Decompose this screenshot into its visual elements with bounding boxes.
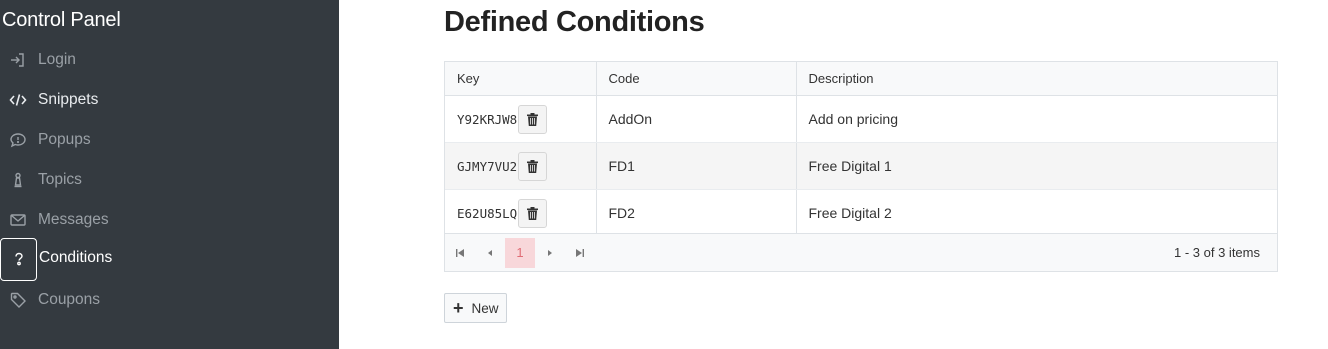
key-cell: Y92KRJW8 <box>445 95 596 143</box>
condition-key: E62U85LQ <box>457 205 518 221</box>
app-title: Control Panel <box>2 9 121 31</box>
trash-icon <box>527 159 539 173</box>
sidebar-item-label: Topics <box>38 171 82 188</box>
code-cell: FD2 <box>595 189 796 237</box>
sidebar: Control Panel Login Snippets Popups Topi… <box>0 0 339 349</box>
column-header-key[interactable]: Key <box>445 62 596 96</box>
code-cell: FD1 <box>595 142 796 190</box>
delete-button[interactable] <box>518 104 548 134</box>
column-header-code[interactable]: Code <box>595 62 796 96</box>
sidebar-item-coupons[interactable]: Coupons <box>0 280 339 320</box>
page-title: Defined Conditions <box>444 6 705 38</box>
sidebar-item-conditions[interactable]: Conditions <box>0 237 339 281</box>
trash-icon <box>527 206 539 220</box>
sidebar-item-label: Conditions <box>39 249 113 266</box>
previous-page-icon <box>488 249 492 256</box>
trash-icon <box>527 112 539 126</box>
sidebar-item-messages[interactable]: Messages <box>0 200 339 240</box>
plus-icon: + <box>453 298 464 318</box>
sidebar-item-label: Login <box>38 51 76 68</box>
condition-key: Y92KRJW8 <box>457 111 518 127</box>
description-cell: Free Digital 1 <box>795 142 1277 190</box>
conditions-table: Key Code Description Y92KRJW8 AddOn Add … <box>445 62 1277 237</box>
pager: 1 1 - 3 of 3 items <box>445 233 1277 271</box>
delete-button[interactable] <box>518 151 548 181</box>
table-row[interactable]: GJMY7VU2 FD1 Free Digital 1 <box>445 142 1277 190</box>
next-page-icon <box>548 249 552 256</box>
description-cell: Free Digital 2 <box>795 189 1277 237</box>
next-page-button[interactable] <box>535 238 565 268</box>
first-page-button[interactable] <box>445 238 475 268</box>
chat-bubble-icon <box>0 120 36 160</box>
column-header-description[interactable]: Description <box>795 62 1277 96</box>
sidebar-item-label: Snippets <box>38 91 99 108</box>
last-page-button[interactable] <box>565 238 595 268</box>
sidebar-item-topics[interactable]: Topics <box>0 160 339 200</box>
description-cell: Add on pricing <box>795 95 1277 143</box>
question-icon <box>0 237 37 281</box>
chess-pawn-icon <box>0 160 36 200</box>
table-row[interactable]: Y92KRJW8 AddOn Add on pricing <box>445 95 1277 143</box>
sidebar-item-label: Coupons <box>38 291 101 308</box>
sidebar-item-login[interactable]: Login <box>0 40 339 80</box>
sidebar-item-popups[interactable]: Popups <box>0 120 339 160</box>
first-page-icon <box>456 248 464 257</box>
sidebar-item-label: Messages <box>38 211 109 228</box>
tag-icon <box>0 280 36 320</box>
login-icon <box>0 40 36 80</box>
condition-key: GJMY7VU2 <box>457 158 518 174</box>
table-header-row: Key Code Description <box>445 62 1277 96</box>
current-page-button[interactable]: 1 <box>505 237 535 268</box>
new-button-label: New <box>471 300 499 316</box>
table-row[interactable]: E62U85LQ FD2 Free Digital 2 <box>445 189 1277 237</box>
sidebar-item-label: Popups <box>38 131 91 148</box>
last-page-icon <box>576 248 584 257</box>
key-cell: E62U85LQ <box>445 189 596 237</box>
new-condition-button[interactable]: + New <box>444 293 507 323</box>
envelope-icon <box>0 200 36 240</box>
code-cell: AddOn <box>595 95 796 143</box>
pager-info: 1 - 3 of 3 items <box>1174 245 1260 260</box>
previous-page-button[interactable] <box>475 238 505 268</box>
code-icon <box>0 80 36 120</box>
delete-button[interactable] <box>518 198 548 228</box>
sidebar-item-snippets[interactable]: Snippets <box>0 80 339 120</box>
key-cell: GJMY7VU2 <box>445 142 596 190</box>
conditions-grid: Key Code Description Y92KRJW8 AddOn Add … <box>444 61 1278 272</box>
